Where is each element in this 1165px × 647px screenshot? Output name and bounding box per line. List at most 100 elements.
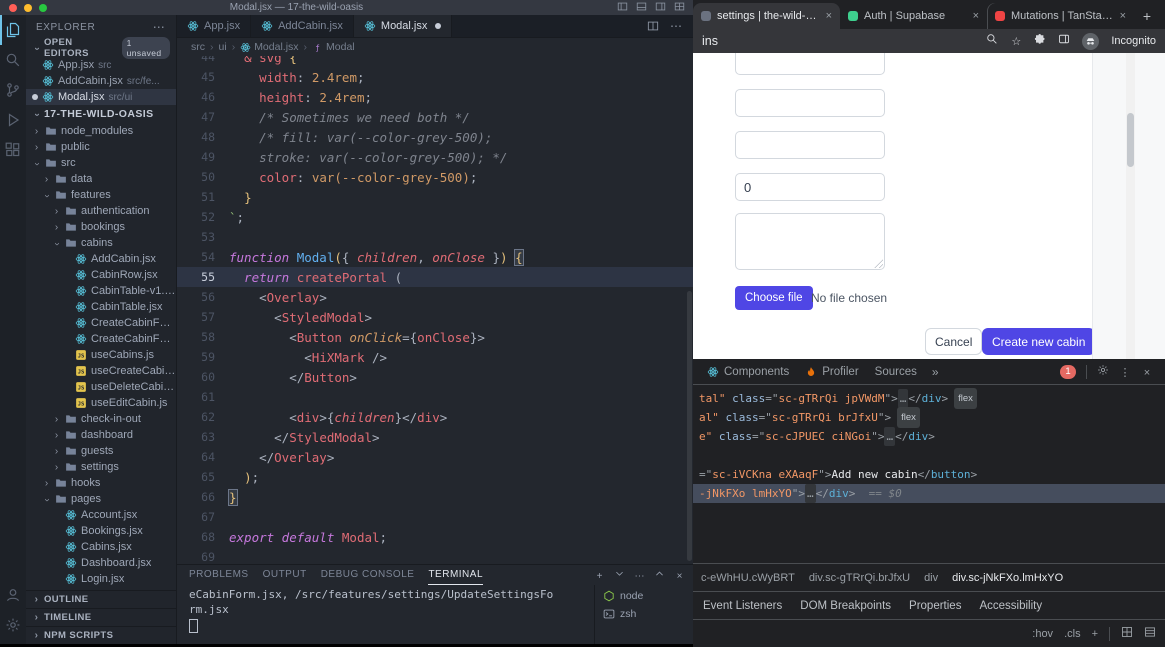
class-toggle[interactable]: .cls [1064, 628, 1081, 640]
cancel-button[interactable]: Cancel [925, 328, 983, 355]
browser-tab[interactable]: Auth | Supabase × [840, 3, 987, 29]
tree-item[interactable]: › data [26, 171, 176, 187]
form-input-1[interactable] [735, 53, 885, 75]
devtools-close-icon[interactable]: × [1141, 363, 1153, 381]
code-line[interactable]: 53 [177, 227, 693, 247]
code-line[interactable]: 59 <HiXMark /> [177, 347, 693, 367]
tree-item[interactable]: Cabins.jsx [26, 539, 176, 555]
code-line[interactable]: 48 /* fill: var(--color-grey-500); [177, 127, 693, 147]
code-line[interactable]: 60 </Button> [177, 367, 693, 387]
tree-item[interactable]: › node_modules [26, 123, 176, 139]
sidebar-section-timeline[interactable]: › TIMELINE [26, 608, 176, 626]
activity-search-button[interactable] [0, 45, 26, 75]
code-line[interactable]: 51 } [177, 187, 693, 207]
browser-tab[interactable]: Mutations | TanStack... × [987, 3, 1134, 29]
terminal-process-item[interactable]: node [595, 587, 693, 605]
code-line[interactable]: 65 ); [177, 467, 693, 487]
code-line[interactable]: 61 [177, 387, 693, 407]
open-editor-item[interactable]: Modal.jsx src/ui [26, 89, 176, 105]
code-line[interactable]: 47 /* Sometimes we need both */ [177, 107, 693, 127]
new-tab-button[interactable]: + [1134, 3, 1160, 29]
titlebar-layout-grid-icon[interactable] [674, 0, 685, 17]
tree-item[interactable]: › settings [26, 459, 176, 475]
elements-breadcrumb-item[interactable]: div.sc-jNkFXo.lmHxYO [952, 572, 1063, 584]
code-line[interactable]: 50 color: var(--color-grey-500); [177, 167, 693, 187]
form-input-4[interactable] [735, 173, 885, 201]
tree-item[interactable]: › hooks [26, 475, 176, 491]
devtools-tab-sources[interactable]: Sources [867, 359, 925, 384]
devtools-sidebar-tab-event-listeners[interactable]: Event Listeners [703, 600, 782, 612]
toolbar-star-icon[interactable]: ☆ [1010, 32, 1022, 50]
form-textarea[interactable] [735, 213, 885, 270]
editor-scrollbar[interactable] [687, 291, 692, 561]
panel-chev-down-icon[interactable] [614, 566, 625, 584]
code-editor[interactable]: 44 & svg {45 width: 2.4rem; 46 height: 2.… [177, 56, 693, 564]
panel-close-icon[interactable]: × [674, 566, 685, 584]
choose-file-button[interactable]: Choose file [735, 286, 813, 310]
tree-item[interactable]: › dashboard [26, 427, 176, 443]
dom-tree-row[interactable]: =" sc-iVCKna eXAaqF "> Add new cabin </butto… [693, 465, 1165, 484]
activity-ext-button[interactable] [0, 135, 26, 165]
tree-item[interactable]: JS useEditCabin.js [26, 395, 176, 411]
open-editor-item[interactable]: App.jsx src [26, 57, 176, 73]
titlebar-layout-left-icon[interactable] [617, 0, 628, 17]
sidebar-section-outline[interactable]: › OUTLINE [26, 590, 176, 608]
breadcrumb-item[interactable]: Modal.jsx [240, 41, 299, 53]
sidebar-section-npm-scripts[interactable]: › NPM SCRIPTS [26, 626, 176, 644]
tree-item[interactable]: › src [26, 155, 176, 171]
tree-item[interactable]: CreateCabinFor... [26, 331, 176, 347]
panel-plus-icon[interactable]: + [594, 566, 605, 584]
toolbar-puzzle-icon[interactable] [1034, 32, 1046, 50]
browser-tab[interactable]: settings | the-wild-o... × [693, 3, 840, 29]
toolbar-search-icon[interactable] [986, 32, 998, 50]
devtools-tab-profiler[interactable]: Profiler [797, 359, 866, 384]
split-editor-icon[interactable] [647, 20, 659, 32]
dom-tree-row[interactable]: -jNkFXo lmHxYO ">… </div > == $0 [693, 484, 1165, 503]
more-tabs-button[interactable]: » [925, 365, 946, 379]
editor-tab-addcabin.jsx[interactable]: AddCabin.jsx [251, 15, 354, 37]
devtools-sidebar-tab-dom-breakpoints[interactable]: DOM Breakpoints [800, 600, 891, 612]
tab-close-icon[interactable]: × [826, 10, 832, 22]
project-root-header[interactable]: › 17-THE-WILD-OASIS [26, 105, 176, 123]
flex-badge[interactable]: flex [954, 388, 977, 409]
error-count-badge[interactable]: 1 [1060, 364, 1076, 379]
activity-files-button[interactable] [0, 15, 26, 45]
tree-item[interactable]: JS useCabins.js [26, 347, 176, 363]
dom-tree-row[interactable]: tal" class =" sc-gTRrQi jpVWdM ">… </div > fle… [693, 388, 1165, 409]
activity-gear-button[interactable] [0, 610, 26, 640]
panel-chev-up-icon[interactable] [654, 566, 665, 584]
tree-item[interactable]: Bookings.jsx [26, 523, 176, 539]
tree-item[interactable]: JS useDeleteCabin.js [26, 379, 176, 395]
code-line[interactable]: 68 export default Modal; [177, 527, 693, 547]
code-line[interactable]: 67 [177, 507, 693, 527]
tab-close-icon[interactable]: × [973, 10, 979, 22]
editor-tab-app.jsx[interactable]: App.jsx [177, 15, 252, 37]
panel-ellipsis-icon[interactable]: ⋯ [634, 566, 645, 584]
tree-item[interactable]: Login.jsx [26, 571, 176, 587]
code-line[interactable]: 55 return createPortal ( [177, 267, 693, 287]
code-line[interactable]: 54 function Modal({ children, onClose }) … [177, 247, 693, 267]
tree-item[interactable]: › authentication [26, 203, 176, 219]
tree-item[interactable]: CabinRow.jsx [26, 267, 176, 283]
open-editor-item[interactable]: AddCabin.jsx src/fe... [26, 73, 176, 89]
code-line[interactable]: 66} [177, 487, 693, 507]
tree-item[interactable]: › pages [26, 491, 176, 507]
tree-item[interactable]: › bookings [26, 219, 176, 235]
create-cabin-button[interactable]: Create new cabin [982, 328, 1096, 355]
elements-breadcrumb-item[interactable]: c-eWhHU.cWyBRT [701, 572, 795, 584]
activity-git-button[interactable] [0, 75, 26, 105]
panel-tab-problems[interactable]: PROBLEMS [189, 565, 249, 585]
tree-item[interactable]: CabinTable-v1.jsx [26, 283, 176, 299]
styles-grid-icon[interactable] [1121, 626, 1133, 641]
dom-tree-row[interactable]: al" class =" sc-gTRrQi brJfxU "> flex [693, 407, 1165, 428]
tree-item[interactable]: JS useCreateCabin.js [26, 363, 176, 379]
editor-tab-modal.jsx[interactable]: Modal.jsx [353, 15, 453, 37]
tab-close-icon[interactable]: × [1120, 10, 1126, 22]
flex-badge[interactable]: flex [897, 407, 920, 428]
tree-item[interactable]: › public [26, 139, 176, 155]
code-line[interactable]: 56 <Overlay> [177, 287, 693, 307]
form-input-3[interactable] [735, 131, 885, 159]
page-scrollbar-thumb[interactable] [1127, 113, 1134, 167]
tree-item[interactable]: CabinTable.jsx [26, 299, 176, 315]
panel-tab-terminal[interactable]: TERMINAL [428, 565, 483, 585]
